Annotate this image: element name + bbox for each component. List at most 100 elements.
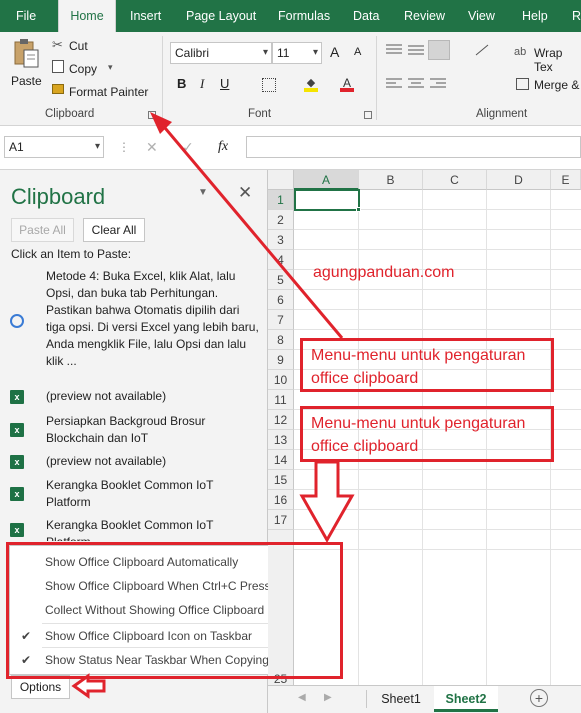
bold-button[interactable]: B — [177, 76, 186, 91]
row-header[interactable]: 4 — [268, 250, 294, 270]
paste-all-button[interactable]: Paste All — [11, 218, 74, 242]
row-header[interactable]: 5 — [268, 270, 294, 290]
font-name-value: Calibri — [175, 46, 210, 60]
column-header[interactable]: E — [551, 170, 581, 190]
name-box[interactable]: A1 ▾ — [4, 136, 104, 158]
row-header[interactable]: 2 — [268, 210, 294, 230]
menu-bar: File Home Insert Page Layout Formulas Da… — [0, 0, 581, 32]
annotation-box-1-text: Menu-menu untuk pengaturan office clipbo… — [311, 347, 526, 387]
clipboard-item[interactable]: x Persiapkan Backgroud Brosur Blockchain… — [10, 413, 260, 449]
orientation-icon[interactable] — [474, 43, 490, 57]
scroll-left-icon[interactable]: ◀ — [298, 692, 306, 703]
clipboard-item-text: Kerangka Booklet Common IoT Platform — [46, 478, 214, 509]
confirm-icon[interactable]: ✓ — [182, 139, 194, 156]
tab-page-layout[interactable]: Page Layout — [186, 0, 256, 32]
row-header[interactable]: 15 — [268, 470, 294, 490]
font-name-select[interactable]: Calibri ▾ — [170, 42, 272, 64]
row-header[interactable]: 3 — [268, 230, 294, 250]
row-header[interactable]: 7 — [268, 310, 294, 330]
tab-formulas[interactable]: Formulas — [278, 0, 330, 32]
tab-file[interactable]: File — [16, 0, 36, 32]
shrink-font-button[interactable]: A — [354, 46, 361, 58]
align-right-icon[interactable] — [430, 78, 446, 90]
clipboard-item[interactable]: x Kerangka Booklet Common IoT Platform — [10, 477, 260, 513]
cut-button[interactable]: Cut — [69, 39, 88, 53]
pane-options-dropdown-icon[interactable]: ▼ — [198, 187, 208, 198]
fill-color-icon[interactable]: ◆ — [304, 76, 318, 92]
wrap-text-button[interactable]: Wrap Tex — [534, 46, 581, 74]
copy-icon[interactable] — [52, 60, 64, 73]
row-header[interactable]: 10 — [268, 370, 294, 390]
clear-all-button[interactable]: Clear All — [83, 218, 145, 242]
tab-help[interactable]: Help — [522, 0, 548, 32]
tab-view[interactable]: View — [468, 0, 495, 32]
clipboard-item[interactable]: x Kerangka Booklet Common IoT Platform — [10, 517, 260, 541]
grow-font-button[interactable]: A — [330, 44, 339, 60]
tab-home[interactable]: Home — [58, 0, 116, 32]
italic-button[interactable]: I — [200, 76, 204, 92]
paste-button[interactable]: Paste — [8, 38, 44, 94]
column-header[interactable]: A — [294, 170, 359, 190]
excel-icon: x — [10, 487, 24, 501]
merge-icon[interactable] — [516, 78, 529, 90]
row-header[interactable]: 17 — [268, 510, 294, 530]
row-header[interactable]: 6 — [268, 290, 294, 310]
formula-bar: A1 ▾ ⋮ ✕ ✓ fx — [0, 126, 581, 170]
wrap-text-icon[interactable]: ab — [514, 46, 526, 58]
clipboard-item-text: Kerangka Booklet Common IoT Platform — [46, 518, 214, 541]
scroll-right-icon[interactable]: ▶ — [324, 692, 332, 703]
underline-button[interactable]: U — [220, 76, 229, 91]
align-center-icon[interactable] — [408, 78, 424, 90]
row-header[interactable]: 1 — [268, 190, 294, 210]
row-header[interactable]: 16 — [268, 490, 294, 510]
font-color-icon[interactable]: A — [340, 76, 354, 92]
cancel-icon[interactable]: ✕ — [146, 139, 158, 156]
borders-icon[interactable] — [262, 78, 276, 92]
column-header[interactable]: B — [359, 170, 423, 190]
copy-button[interactable]: Copy — [69, 62, 97, 76]
font-launcher-icon[interactable] — [364, 111, 372, 119]
row-header[interactable]: 11 — [268, 390, 294, 410]
selected-cell-a1[interactable] — [294, 189, 360, 211]
clipboard-item[interactable]: x (preview not available) — [10, 453, 260, 473]
sheet-tab-active[interactable]: Sheet2 — [434, 686, 498, 712]
fill-handle[interactable] — [356, 207, 361, 212]
align-middle-icon[interactable] — [408, 44, 424, 56]
insert-function-icon[interactable]: fx — [218, 139, 228, 155]
tab-review[interactable]: Review — [404, 0, 445, 32]
annotation-box-1: Menu-menu untuk pengaturan office clipbo… — [300, 338, 554, 392]
clipboard-item-text: Metode 4: Buka Excel, klik Alat, lalu Op… — [46, 269, 259, 368]
format-painter-icon[interactable] — [52, 84, 64, 94]
row-header[interactable]: 9 — [268, 350, 294, 370]
row-header[interactable]: 13 — [268, 430, 294, 450]
clipboard-item[interactable]: Metode 4: Buka Excel, klik Alat, lalu Op… — [10, 268, 260, 380]
tab-truncated[interactable]: R — [572, 0, 581, 32]
column-header[interactable]: D — [487, 170, 551, 190]
sheet-tab[interactable]: Sheet1 — [372, 686, 430, 712]
font-group-label: Font — [248, 108, 272, 120]
align-left-icon[interactable] — [386, 78, 402, 90]
pane-title: Clipboard — [11, 184, 106, 209]
font-size-select[interactable]: 11 ▾ — [272, 42, 322, 64]
ribbon: Paste ✂ Cut Copy ▾ Format Painter Clipbo… — [0, 32, 581, 126]
row-header[interactable]: 12 — [268, 410, 294, 430]
clipboard-item[interactable]: x (preview not available) — [10, 388, 260, 408]
cut-icon[interactable]: ✂ — [52, 37, 63, 53]
tab-insert[interactable]: Insert — [130, 0, 161, 32]
row-header[interactable]: 8 — [268, 330, 294, 350]
align-top-icon[interactable] — [386, 44, 402, 56]
annotation-box-2: Menu-menu untuk pengaturan office clipbo… — [300, 406, 554, 462]
tab-data[interactable]: Data — [353, 0, 379, 32]
select-all-corner[interactable] — [268, 170, 294, 190]
add-sheet-icon[interactable]: + — [530, 689, 548, 707]
formula-input[interactable] — [246, 136, 581, 158]
column-header[interactable]: C — [423, 170, 487, 190]
copy-dropdown-icon[interactable]: ▾ — [108, 62, 113, 73]
merge-button[interactable]: Merge & — [534, 78, 579, 92]
align-bottom-icon[interactable] — [428, 40, 450, 60]
format-painter-button[interactable]: Format Painter — [69, 85, 148, 99]
clipboard-launcher-icon[interactable] — [148, 111, 156, 119]
paste-label: Paste — [11, 74, 42, 88]
row-header[interactable]: 14 — [268, 450, 294, 470]
close-icon[interactable]: ✕ — [238, 183, 252, 203]
